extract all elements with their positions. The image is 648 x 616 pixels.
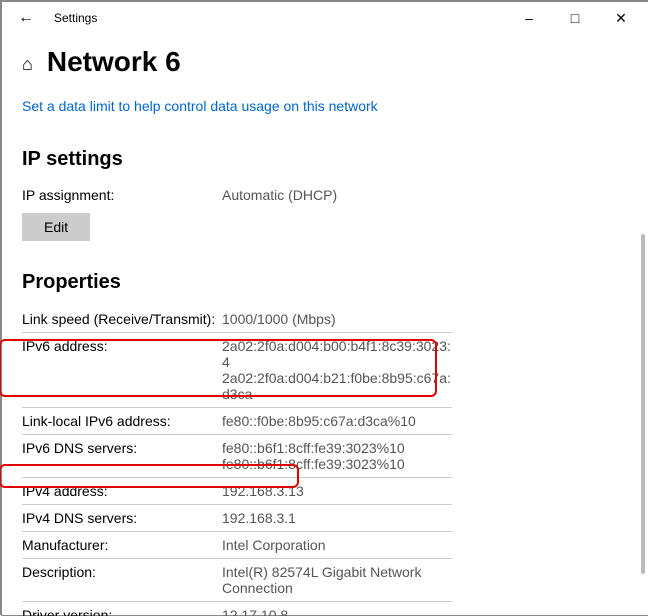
value-link-local-ipv6: fe80::f0be:8b95:c67a:d3ca%10	[222, 408, 452, 435]
value-driver-version: 12.17.10.8	[222, 602, 452, 616]
back-button[interactable]: ←	[6, 2, 46, 34]
app-name: Settings	[46, 11, 506, 25]
row-link-speed: Link speed (Receive/Transmit): 1000/1000…	[22, 306, 452, 333]
page-title: Network 6	[47, 46, 181, 78]
row-driver-version: Driver version: 12.17.10.8	[22, 602, 452, 616]
scrollbar[interactable]	[633, 34, 647, 614]
label-manufacturer: Manufacturer:	[22, 532, 222, 559]
label-description: Description:	[22, 559, 222, 602]
row-manufacturer: Manufacturer: Intel Corporation	[22, 532, 452, 559]
properties-table: Link speed (Receive/Transmit): 1000/1000…	[22, 306, 452, 616]
value-manufacturer: Intel Corporation	[222, 532, 452, 559]
home-icon[interactable]: ⌂	[22, 54, 33, 75]
row-ipv6-dns: IPv6 DNS servers: fe80::b6f1:8cff:fe39:3…	[22, 435, 452, 478]
row-ipv4-dns: IPv4 DNS servers: 192.168.3.1	[22, 505, 452, 532]
properties-heading: Properties	[22, 271, 628, 294]
label-link-speed: Link speed (Receive/Transmit):	[22, 306, 222, 333]
label-link-local-ipv6: Link-local IPv6 address:	[22, 408, 222, 435]
label-ipv6-dns: IPv6 DNS servers:	[22, 435, 222, 478]
page-header: ⌂ Network 6	[2, 34, 648, 84]
ip-assignment-value: Automatic (DHCP)	[222, 187, 337, 203]
value-link-speed: 1000/1000 (Mbps)	[222, 306, 452, 333]
titlebar: ← Settings – □ ✕	[2, 2, 648, 34]
close-button[interactable]: ✕	[598, 2, 644, 34]
value-ipv4-dns: 192.168.3.1	[222, 505, 452, 532]
label-ipv4-address: IPv4 address:	[22, 478, 222, 505]
minimize-button[interactable]: –	[506, 2, 552, 34]
label-ipv4-dns: IPv4 DNS servers:	[22, 505, 222, 532]
row-description: Description: Intel(R) 82574L Gigabit Net…	[22, 559, 452, 602]
value-ipv6-address: 2a02:2f0a:d004:b00:b4f1:8c39:3023:4 2a02…	[222, 333, 452, 408]
label-driver-version: Driver version:	[22, 602, 222, 616]
ip-assignment-label: IP assignment:	[22, 187, 222, 203]
data-limit-link[interactable]: Set a data limit to help control data us…	[22, 84, 378, 132]
row-ipv6-address: IPv6 address: 2a02:2f0a:d004:b00:b4f1:8c…	[22, 333, 452, 408]
label-ipv6-address: IPv6 address:	[22, 333, 222, 408]
value-ipv6-dns: fe80::b6f1:8cff:fe39:3023%10 fe80::b6f1:…	[222, 435, 452, 478]
content-area: Set a data limit to help control data us…	[2, 84, 648, 616]
row-link-local-ipv6: Link-local IPv6 address: fe80::f0be:8b95…	[22, 408, 452, 435]
ip-assignment-row: IP assignment: Automatic (DHCP)	[22, 183, 628, 207]
ip-settings-heading: IP settings	[22, 148, 628, 171]
edit-button[interactable]: Edit	[22, 213, 90, 241]
scrollbar-thumb[interactable]	[641, 234, 645, 574]
value-ipv4-address: 192.168.3.13	[222, 478, 452, 505]
maximize-button[interactable]: □	[552, 2, 598, 34]
row-ipv4-address: IPv4 address: 192.168.3.13	[22, 478, 452, 505]
value-description: Intel(R) 82574L Gigabit Network Connecti…	[222, 559, 452, 602]
